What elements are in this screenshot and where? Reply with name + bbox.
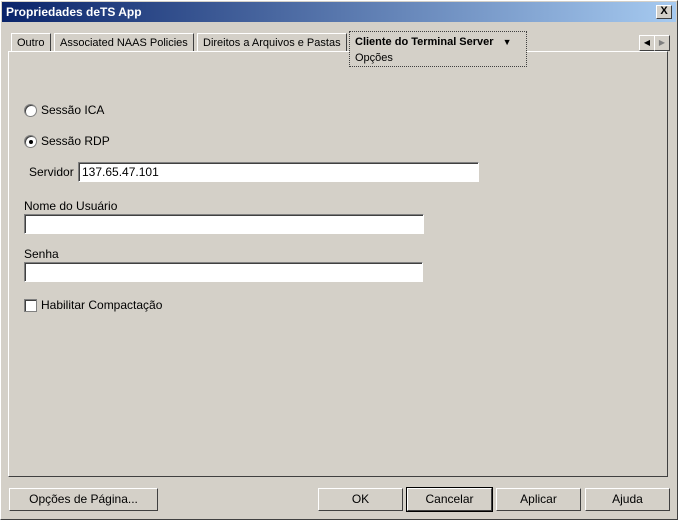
cancel-button[interactable]: Cancelar bbox=[406, 487, 493, 512]
title-bar: Propriedades deTS App X bbox=[2, 2, 676, 22]
tab-scroll-left-button[interactable]: ◀ bbox=[639, 35, 655, 51]
tab-file-rights[interactable]: Direitos a Arquivos e Pastas bbox=[197, 33, 347, 51]
compression-checkbox[interactable] bbox=[24, 299, 37, 312]
password-input[interactable] bbox=[24, 262, 423, 282]
tab-terminal-server-client[interactable]: Cliente do Terminal Server ▼ Opções bbox=[349, 31, 527, 67]
password-label: Senha bbox=[24, 247, 59, 261]
username-input[interactable] bbox=[24, 214, 424, 234]
radio-rdp[interactable] bbox=[24, 135, 37, 148]
window-title: Propriedades deTS App bbox=[6, 5, 142, 19]
compression-label[interactable]: Habilitar Compactação bbox=[41, 298, 162, 312]
username-label: Nome do Usuário bbox=[24, 199, 118, 213]
tab-label: Cliente do Terminal Server bbox=[355, 36, 494, 48]
tab-scroll-right-button[interactable]: ▶ bbox=[654, 35, 670, 51]
apply-button[interactable]: Aplicar bbox=[496, 488, 581, 511]
help-button[interactable]: Ajuda bbox=[585, 488, 670, 511]
tab-subpage-options[interactable]: Opções bbox=[355, 50, 521, 66]
server-label: Servidor bbox=[29, 165, 74, 179]
radio-rdp-label[interactable]: Sessão RDP bbox=[41, 134, 110, 148]
ok-button[interactable]: OK bbox=[318, 488, 403, 511]
page-options-button[interactable]: Opções de Página... bbox=[9, 488, 158, 511]
tab-naas-policies[interactable]: Associated NAAS Policies bbox=[54, 33, 194, 51]
radio-ica[interactable] bbox=[24, 104, 37, 117]
chevron-down-icon: ▼ bbox=[502, 37, 512, 47]
server-input[interactable]: 137.65.47.101 bbox=[78, 162, 479, 182]
tab-outro[interactable]: Outro bbox=[11, 33, 51, 51]
close-button[interactable]: X bbox=[656, 5, 672, 19]
radio-ica-label[interactable]: Sessão ICA bbox=[41, 103, 104, 117]
